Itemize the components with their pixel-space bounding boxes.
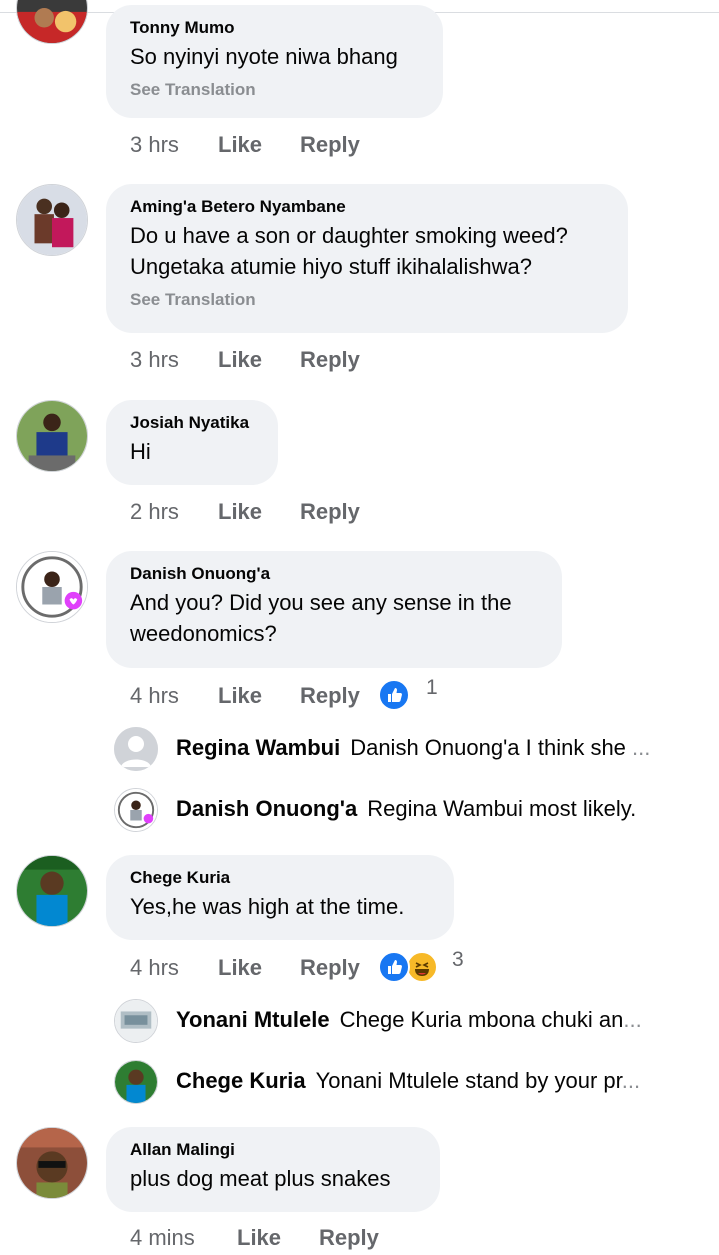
- like-icon: [378, 679, 410, 711]
- like-button[interactable]: Like: [218, 681, 262, 711]
- avatar[interactable]: [114, 999, 158, 1043]
- like-icon: [378, 951, 410, 983]
- comment-text-line: And you? Did you see any sense in the: [130, 590, 512, 615]
- comment-actions: 4 hrs Like Reply 1: [130, 676, 530, 711]
- like-button[interactable]: Like: [237, 1223, 281, 1253]
- reply-preview[interactable]: Danish Onuong'a Regina Wambui most likely…: [114, 788, 714, 834]
- reply-author[interactable]: Regina Wambui: [176, 735, 340, 760]
- avatar[interactable]: [16, 855, 88, 927]
- comment-text-line: weedonomics?: [130, 621, 277, 646]
- see-translation-link[interactable]: See Translation: [130, 290, 604, 310]
- comment-time[interactable]: 3 hrs: [130, 130, 179, 160]
- comment-author[interactable]: Aming'a Betero Nyambane: [130, 196, 604, 218]
- reply-text: Yonani Mtulele stand by your pr: [315, 1068, 622, 1093]
- comment-time[interactable]: 4 hrs: [130, 953, 179, 983]
- reply-button[interactable]: Reply: [300, 130, 360, 160]
- reply-text: Chege Kuria mbona chuki an: [339, 1007, 624, 1032]
- see-translation-link[interactable]: See Translation: [130, 80, 419, 100]
- comment-time[interactable]: 3 hrs: [130, 345, 179, 375]
- reply-button[interactable]: Reply: [319, 1223, 379, 1253]
- reply-line: Chege Kuria Yonani Mtulele stand by your …: [176, 1066, 676, 1096]
- avatar[interactable]: [16, 1127, 88, 1199]
- reply-author[interactable]: Chege Kuria: [176, 1068, 306, 1093]
- avatar[interactable]: [16, 551, 88, 623]
- comment-bubble[interactable]: Josiah Nyatika Hi: [106, 400, 278, 485]
- avatar[interactable]: [16, 184, 88, 256]
- comment-text: And you? Did you see any sense in the wee…: [130, 587, 538, 649]
- avatar[interactable]: [114, 1060, 158, 1104]
- comment-bubble[interactable]: Aming'a Betero Nyambane Do u have a son …: [106, 184, 628, 333]
- reply-text: Danish Onuong'a I think she: [350, 735, 626, 760]
- comment-text: Do u have a son or daughter smoking weed…: [130, 220, 604, 282]
- like-button[interactable]: Like: [218, 345, 262, 375]
- reply-author[interactable]: Danish Onuong'a: [176, 796, 357, 821]
- reply-preview[interactable]: Regina Wambui Danish Onuong'a I think she…: [114, 727, 714, 773]
- reply-line: Regina Wambui Danish Onuong'a I think she…: [176, 733, 676, 763]
- like-button[interactable]: Like: [218, 953, 262, 983]
- comment-text-line: Ungetaka atumie hiyo stuff ikihalalishwa…: [130, 254, 532, 279]
- comment-text: plus dog meat plus snakes: [130, 1166, 391, 1191]
- avatar[interactable]: [16, 0, 88, 44]
- reply-button[interactable]: Reply: [300, 681, 360, 711]
- comment-bubble[interactable]: Chege Kuria Yes,he was high at the time.: [106, 855, 454, 940]
- comment-author[interactable]: Josiah Nyatika: [130, 412, 254, 434]
- reply-line: Danish Onuong'a Regina Wambui most likely…: [176, 794, 676, 824]
- comment-author[interactable]: Tonny Mumo: [130, 17, 419, 39]
- reply-preview[interactable]: Yonani Mtulele Chege Kuria mbona chuki an…: [114, 999, 714, 1045]
- truncation-ellipsis: ...: [632, 735, 651, 760]
- comment-text: So nyinyi nyote niwa bhang: [130, 44, 398, 69]
- truncation-ellipsis: ...: [621, 1068, 641, 1093]
- reaction-count: 3: [452, 948, 464, 971]
- comment-time[interactable]: 4 hrs: [130, 681, 179, 711]
- avatar[interactable]: [114, 727, 158, 771]
- comment-text: Hi: [130, 439, 151, 464]
- comment-time[interactable]: 2 hrs: [130, 497, 179, 527]
- haha-icon: [406, 951, 438, 983]
- comment-bubble[interactable]: Allan Malingi plus dog meat plus snakes: [106, 1127, 440, 1212]
- reply-preview[interactable]: Chege Kuria Yonani Mtulele stand by your …: [114, 1060, 714, 1106]
- comment-bubble[interactable]: Danish Onuong'a And you? Did you see any…: [106, 551, 562, 668]
- comment-text: Yes,he was high at the time.: [130, 894, 405, 919]
- reaction-count: 1: [426, 676, 438, 699]
- reply-button[interactable]: Reply: [300, 345, 360, 375]
- reply-text: Regina Wambui most likely.: [367, 796, 637, 821]
- comment-time[interactable]: 4 mins: [130, 1223, 195, 1253]
- comment-author[interactable]: Danish Onuong'a: [130, 563, 538, 585]
- like-button[interactable]: Like: [218, 497, 262, 527]
- avatar[interactable]: [114, 788, 158, 832]
- avatar[interactable]: [16, 400, 88, 472]
- reply-author[interactable]: Yonani Mtulele: [176, 1007, 330, 1032]
- comment-actions: 4 hrs Like Reply 3: [130, 948, 530, 983]
- reply-button[interactable]: Reply: [300, 953, 360, 983]
- reply-button[interactable]: Reply: [300, 497, 360, 527]
- comment-author[interactable]: Allan Malingi: [130, 1139, 416, 1161]
- like-button[interactable]: Like: [218, 130, 262, 160]
- comment-bubble[interactable]: Tonny Mumo So nyinyi nyote niwa bhang Se…: [106, 5, 443, 118]
- reply-line: Yonani Mtulele Chege Kuria mbona chuki an…: [176, 1005, 676, 1035]
- comment-author[interactable]: Chege Kuria: [130, 867, 430, 889]
- comment-text-line: Do u have a son or daughter smoking weed…: [130, 223, 568, 248]
- truncation-ellipsis: ...: [623, 1007, 642, 1032]
